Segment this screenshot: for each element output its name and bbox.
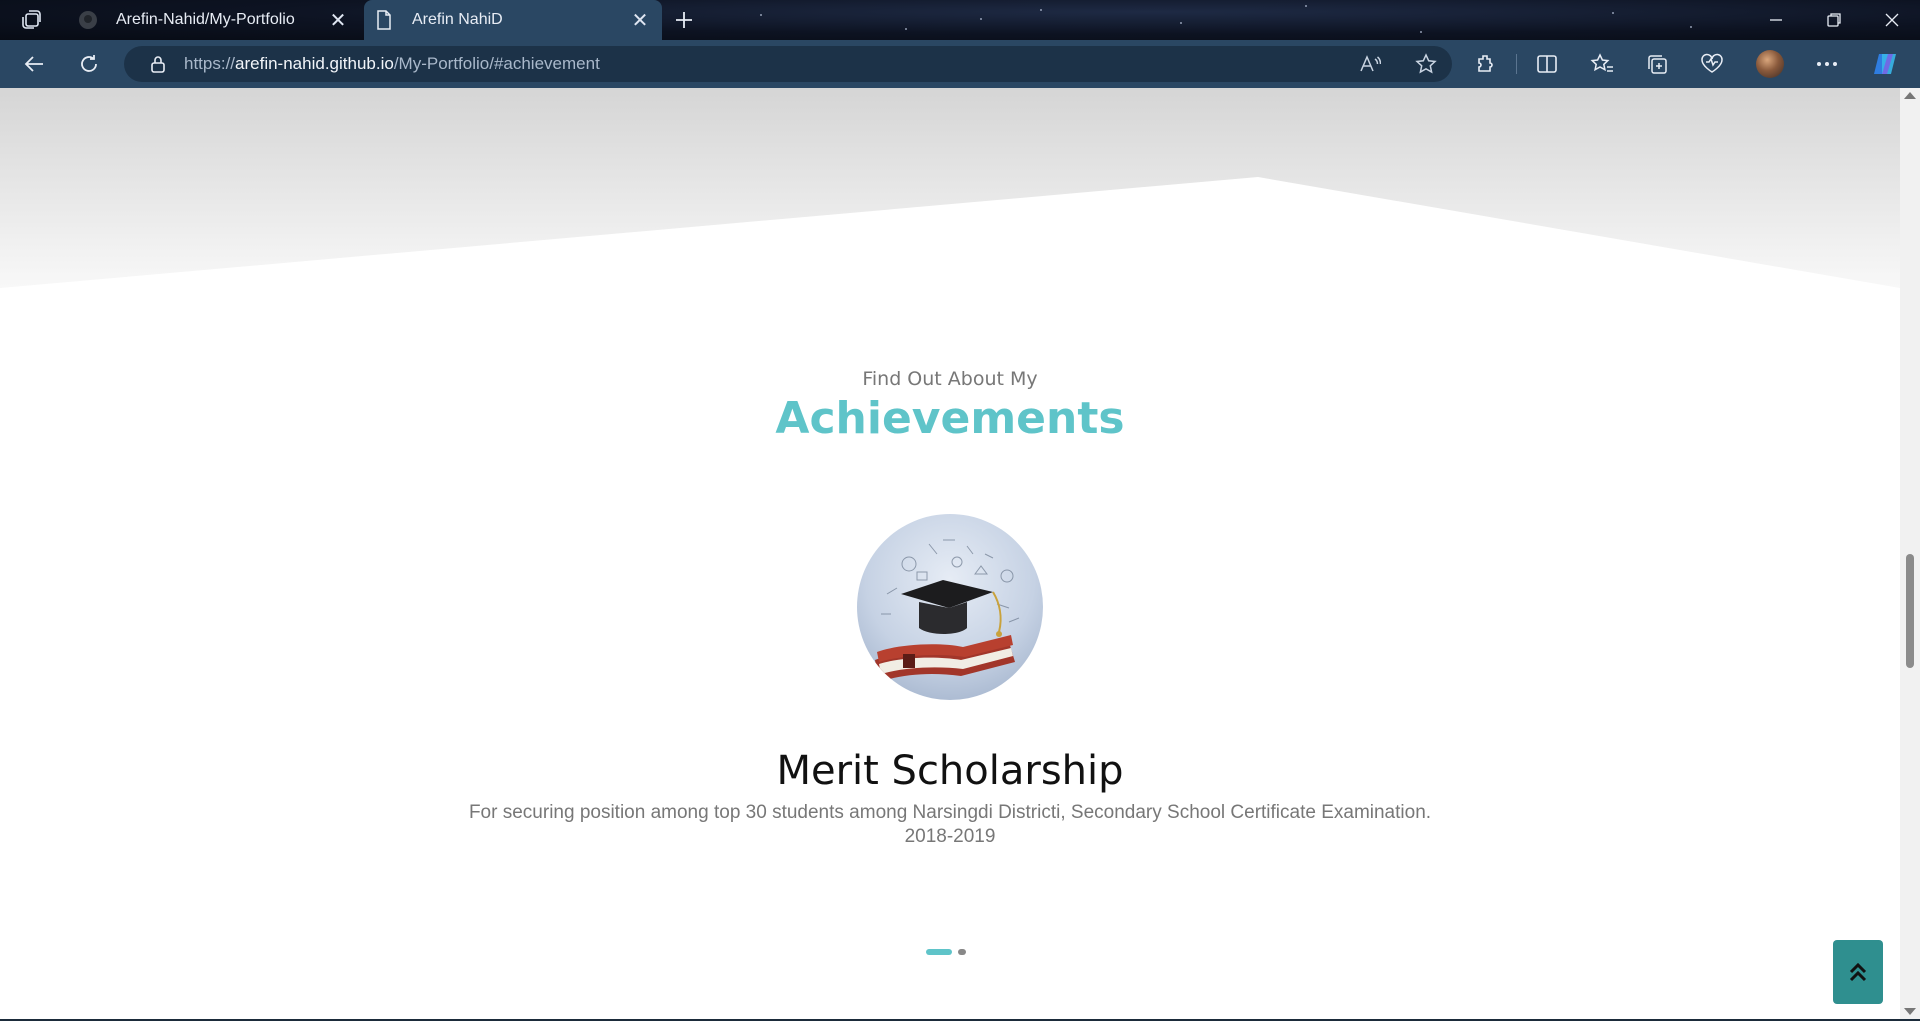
split-screen-icon[interactable]	[1531, 48, 1563, 80]
carousel-dot-2[interactable]	[958, 949, 966, 955]
new-tab-icon[interactable]	[670, 6, 698, 34]
url-prefix: https://	[184, 54, 236, 73]
page-icon	[374, 10, 394, 30]
scrollbar-thumb[interactable]	[1906, 554, 1914, 668]
close-window-icon[interactable]	[1864, 0, 1920, 40]
carousel-pagination	[926, 948, 966, 956]
star-decoration	[1305, 5, 1307, 7]
more-options-icon[interactable]	[1811, 48, 1843, 80]
back-arrow-icon[interactable]	[18, 48, 50, 80]
minimize-icon[interactable]	[1748, 0, 1804, 40]
achievement-description: For securing position among top 30 stude…	[440, 801, 1460, 849]
github-icon	[78, 10, 98, 30]
browser-toolbar: https://arefin-nahid.github.io/My-Portfo…	[0, 40, 1920, 88]
page-scrollbar[interactable]	[1900, 88, 1920, 1019]
tab-github[interactable]: Arefin-Nahid/My-Portfolio ✕	[68, 0, 360, 40]
tab-title: Arefin NahiD	[412, 11, 503, 28]
achievement-year: 2018-2019	[904, 826, 996, 847]
address-bar[interactable]: https://arefin-nahid.github.io/My-Portfo…	[124, 46, 1452, 82]
carousel-dot-1[interactable]	[926, 949, 952, 955]
close-icon[interactable]: ✕	[628, 8, 652, 32]
scroll-down-arrow-icon[interactable]	[1904, 1008, 1916, 1015]
achievement-description-text: For securing position among top 30 stude…	[468, 802, 1432, 823]
workspaces-icon[interactable]	[18, 8, 46, 32]
browser-essentials-icon[interactable]	[1696, 48, 1728, 80]
achievement-title: Merit Scholarship	[776, 748, 1124, 794]
browser-title-bar: Arefin-Nahid/My-Portfolio ✕ Arefin NahiD…	[0, 0, 1920, 40]
star-decoration	[1420, 31, 1422, 33]
back-to-top-button[interactable]	[1833, 940, 1883, 1004]
star-decoration	[980, 18, 982, 20]
read-aloud-icon[interactable]	[1358, 52, 1382, 76]
favorite-star-icon[interactable]	[1414, 52, 1438, 76]
star-decoration	[1690, 26, 1692, 28]
achievement-image	[857, 514, 1043, 700]
tab-title: Arefin-Nahid/My-Portfolio	[116, 11, 295, 28]
restore-icon[interactable]	[1806, 0, 1862, 40]
tab-portfolio[interactable]: Arefin NahiD ✕	[364, 0, 662, 40]
lock-icon[interactable]	[148, 54, 168, 74]
profile-avatar[interactable]	[1756, 50, 1784, 78]
close-icon[interactable]: ✕	[326, 8, 350, 32]
favorites-icon[interactable]	[1586, 48, 1618, 80]
star-decoration	[905, 28, 907, 30]
section-subtitle: Find Out About My	[862, 368, 1038, 390]
section-title: Achievements	[775, 393, 1125, 444]
star-decoration	[1040, 9, 1042, 11]
double-chevron-up-icon	[1849, 962, 1867, 982]
page-content: Find Out About My Achievements Merit Sch…	[0, 88, 1900, 1019]
collections-icon[interactable]	[1641, 48, 1673, 80]
refresh-icon[interactable]	[73, 48, 105, 80]
star-decoration	[1612, 12, 1614, 14]
star-decoration	[760, 14, 762, 16]
toolbar-separator	[1516, 54, 1517, 74]
section-divider-shape	[0, 88, 1900, 288]
copilot-icon[interactable]	[1869, 48, 1901, 80]
url-text[interactable]: https://arefin-nahid.github.io/My-Portfo…	[184, 54, 600, 74]
star-decoration	[1180, 22, 1182, 24]
url-host: arefin-nahid.github.io	[235, 54, 394, 73]
extensions-icon[interactable]	[1470, 48, 1502, 80]
scroll-up-arrow-icon[interactable]	[1904, 92, 1916, 99]
url-path: /My-Portfolio/#achievement	[393, 54, 600, 73]
